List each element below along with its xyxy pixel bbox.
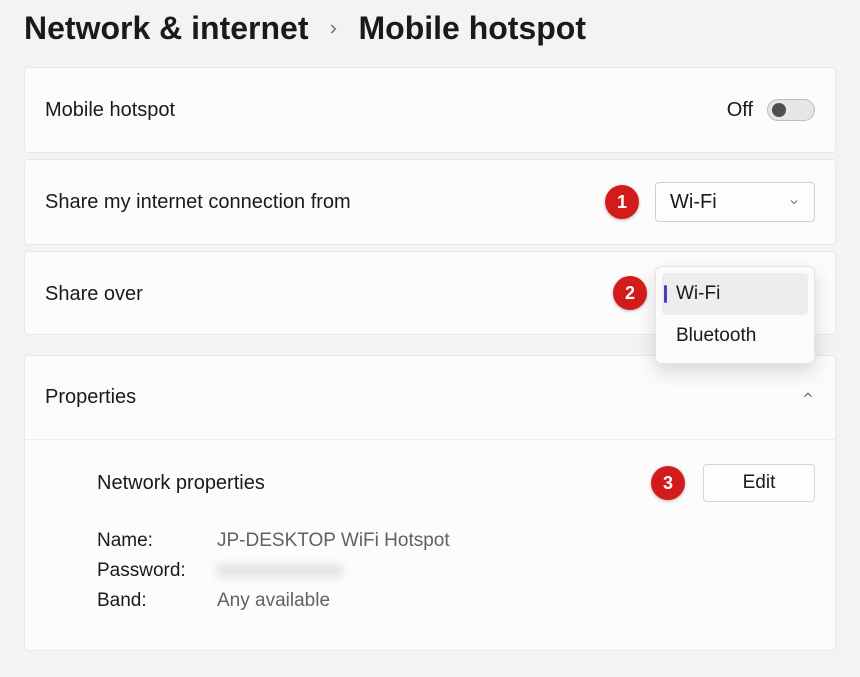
annotation-step-3: 3: [651, 466, 685, 500]
share-over-label: Share over: [45, 283, 143, 306]
annotation-step-2: 2: [613, 276, 647, 310]
prop-password-value: xxxxxxxxxxxx: [217, 560, 343, 582]
share-from-card: Share my internet connection from 1 Wi-F…: [24, 159, 836, 245]
prop-name-value: JP-DESKTOP WiFi Hotspot: [217, 530, 450, 552]
annotation-step-1: 1: [605, 185, 639, 219]
chevron-down-icon: [788, 196, 800, 208]
share-from-label: Share my internet connection from: [45, 191, 351, 214]
hotspot-toggle[interactable]: [767, 99, 815, 121]
hotspot-toggle-card: Mobile hotspot Off: [24, 67, 836, 153]
prop-password-key: Password:: [97, 560, 217, 582]
share-over-card: Share over 2 Wi-Fi Bluetooth: [24, 251, 836, 335]
prop-band-key: Band:: [97, 590, 217, 612]
breadcrumb-current: Mobile hotspot: [358, 10, 586, 47]
properties-expander[interactable]: Properties: [25, 356, 835, 440]
chevron-right-icon: [326, 19, 340, 42]
share-from-selected-value: Wi-Fi: [670, 191, 717, 214]
share-from-select[interactable]: Wi-Fi: [655, 182, 815, 222]
breadcrumb-parent-link[interactable]: Network & internet: [24, 10, 308, 47]
share-over-dropdown: Wi-Fi Bluetooth: [655, 266, 815, 364]
prop-band-value: Any available: [217, 590, 330, 612]
edit-button[interactable]: Edit: [703, 464, 815, 502]
properties-header-label: Properties: [45, 386, 136, 409]
toggle-knob: [772, 103, 786, 117]
hotspot-title: Mobile hotspot: [45, 99, 175, 122]
share-over-option-wifi[interactable]: Wi-Fi: [662, 273, 808, 315]
prop-name-key: Name:: [97, 530, 217, 552]
chevron-up-icon: [801, 388, 815, 407]
breadcrumb: Network & internet Mobile hotspot: [24, 0, 836, 67]
network-properties-title: Network properties: [97, 472, 265, 495]
properties-card: Properties Network properties 3 Edit Nam…: [24, 355, 836, 651]
share-over-option-bluetooth[interactable]: Bluetooth: [662, 315, 808, 357]
hotspot-state-label: Off: [727, 99, 753, 122]
